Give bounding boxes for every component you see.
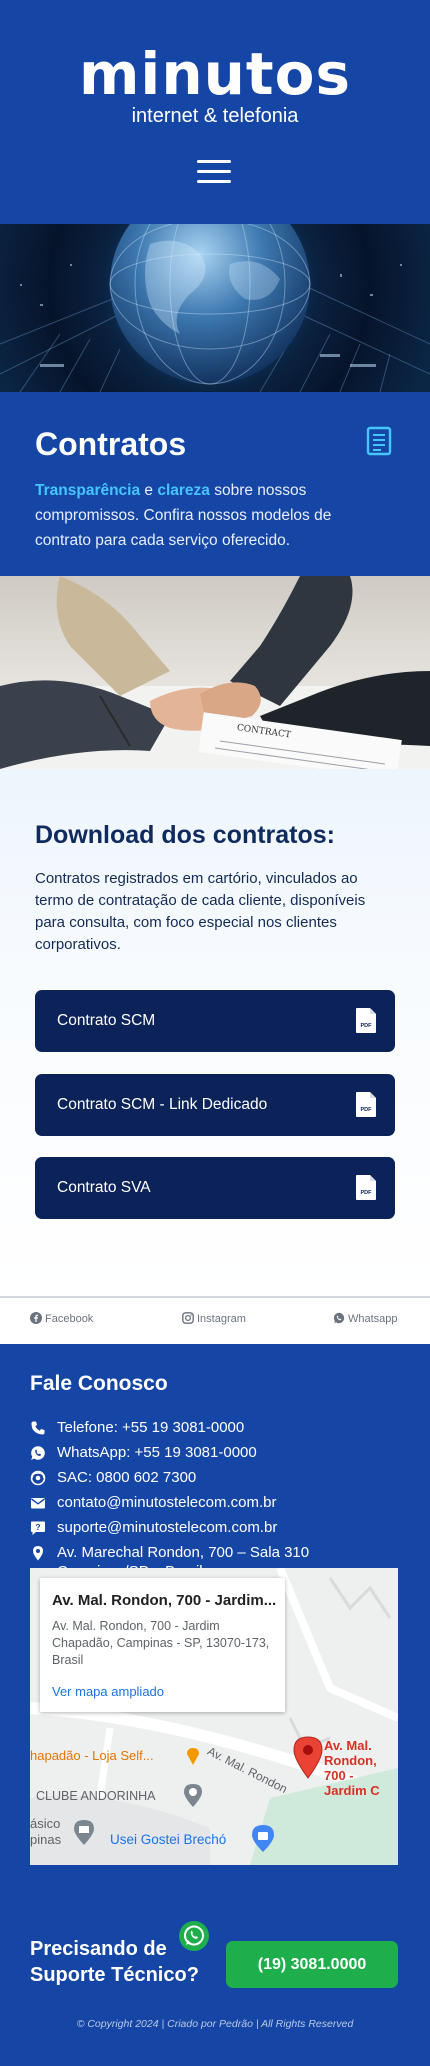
contact-support-email-text: suporte@minutostelecom.com.br bbox=[57, 1519, 278, 1536]
svg-text:?: ? bbox=[35, 1522, 40, 1532]
location-pin-icon bbox=[33, 1546, 43, 1561]
view-larger-map-link[interactable]: Ver mapa ampliado bbox=[52, 1684, 164, 1699]
poi-loja-self[interactable]: hapadão - Loja Self... bbox=[30, 1748, 154, 1764]
whatsapp-float-icon[interactable] bbox=[178, 1920, 210, 1952]
handshake-photo: CONTRACT bbox=[0, 576, 430, 769]
poi-clube-andorinha[interactable]: CLUBE ANDORINHA bbox=[36, 1788, 155, 1804]
mail-icon bbox=[31, 1498, 45, 1509]
whatsapp-link[interactable]: Whatsapp bbox=[333, 1312, 398, 1326]
museum-poi-icon[interactable] bbox=[72, 1818, 96, 1846]
globe-illustration bbox=[0, 224, 430, 392]
handshake-illustration: CONTRACT bbox=[0, 576, 430, 769]
poi-usei-gostei-brecho[interactable]: Usei Gostei Brechó bbox=[110, 1832, 226, 1848]
contact-title: Fale Conosco bbox=[30, 1372, 168, 1395]
map-info-card: Av. Mal. Rondon, 700 - Jardim... Av. Mal… bbox=[40, 1578, 285, 1712]
sac-icon bbox=[30, 1470, 46, 1486]
logo-tagline: internet & telefonia bbox=[131, 105, 299, 127]
highlight-transparencia: Transparência bbox=[35, 482, 141, 499]
contact-email-text: contato@minutostelecom.com.br bbox=[57, 1494, 277, 1511]
contract-label: Contrato SCM bbox=[57, 1012, 156, 1029]
shopping-poi-icon[interactable] bbox=[184, 1746, 202, 1766]
pdf-icon: PDF bbox=[356, 1092, 376, 1117]
contact-sac-text: SAC: 0800 602 7300 bbox=[57, 1469, 197, 1486]
contract-sva-button[interactable]: Contrato SVA PDF bbox=[35, 1157, 395, 1219]
whatsapp-icon bbox=[333, 1312, 345, 1324]
site-header: minutos internet & telefonia bbox=[0, 0, 430, 224]
contact-whatsapp-text: WhatsApp: +55 19 3081-0000 bbox=[57, 1444, 257, 1461]
contact-phone-text: Telefone: +55 19 3081-0000 bbox=[57, 1419, 245, 1436]
store-poi-icon[interactable] bbox=[250, 1823, 276, 1853]
hamburger-menu-icon[interactable] bbox=[197, 160, 231, 184]
contract-label: Contrato SCM - Link Dedicado bbox=[57, 1096, 268, 1113]
facebook-icon bbox=[30, 1312, 42, 1324]
contracts-intro-section: Contratos Transparência e clareza sobre … bbox=[0, 392, 430, 576]
social-links-bar: Facebook Instagram Whatsapp bbox=[0, 1296, 430, 1344]
contact-footer: Fale Conosco Telefone: +55 19 3081-0000 … bbox=[0, 1344, 430, 2066]
pdf-icon: PDF bbox=[356, 1175, 376, 1200]
downloads-description: Contratos registrados em cartório, vincu… bbox=[35, 870, 366, 953]
downloads-title: Download dos contratos: bbox=[35, 821, 335, 849]
pdf-badge-text: PDF bbox=[361, 1107, 373, 1113]
support-icon: ? bbox=[31, 1521, 45, 1535]
hero-globe-image bbox=[0, 224, 430, 392]
instagram-icon bbox=[182, 1312, 194, 1324]
downloads-section: Download dos contratos: Contratos regist… bbox=[0, 769, 430, 1296]
logo-wordmark[interactable]: minutos bbox=[0, 44, 430, 104]
intro-connector: e bbox=[140, 482, 158, 499]
map-card-address: Av. Mal. Rondon, 700 - Jardim Chapadão, … bbox=[52, 1619, 270, 1667]
pdf-badge-text: PDF bbox=[361, 1023, 373, 1029]
facebook-link[interactable]: Facebook bbox=[30, 1312, 93, 1326]
page-title: Contratos bbox=[35, 426, 187, 462]
google-map-embed[interactable]: Av. Mal. Rondon, 700 - Jardim... Av. Mal… bbox=[30, 1568, 398, 1865]
place-poi-icon[interactable] bbox=[182, 1782, 204, 1808]
poi-basico[interactable]: ásico pinas bbox=[30, 1816, 61, 1848]
contract-scm-button[interactable]: Contrato SCM PDF bbox=[35, 990, 395, 1052]
document-icon bbox=[366, 426, 392, 456]
copyright-text: © Copyright 2024 | Criado por Pedrão | A… bbox=[76, 2018, 354, 2030]
intro-text: Transparência e clareza sobre nossos com… bbox=[35, 478, 365, 553]
facebook-label: Facebook bbox=[45, 1313, 94, 1325]
pdf-badge-text: PDF bbox=[361, 1190, 373, 1196]
instagram-link[interactable]: Instagram bbox=[182, 1312, 246, 1326]
contract-scm-link-dedicado-button[interactable]: Contrato SCM - Link Dedicado PDF bbox=[35, 1074, 395, 1136]
map-pin-icon[interactable] bbox=[292, 1735, 324, 1779]
map-card-title: Av. Mal. Rondon, 700 - Jardim... bbox=[52, 1592, 277, 1609]
whatsapp-label: Whatsapp bbox=[348, 1313, 398, 1325]
whatsapp-icon bbox=[31, 1446, 45, 1460]
contract-label: Contrato SVA bbox=[57, 1179, 151, 1196]
instagram-label: Instagram bbox=[197, 1313, 246, 1325]
highlight-clareza: clareza bbox=[157, 482, 210, 499]
pdf-icon: PDF bbox=[356, 1008, 376, 1033]
map-pin-label: Av. Mal. Rondon, 700 - Jardim C bbox=[324, 1738, 380, 1798]
support-phone-button[interactable]: (19) 3081.0000 bbox=[226, 1941, 398, 1988]
phone-icon bbox=[31, 1421, 45, 1435]
